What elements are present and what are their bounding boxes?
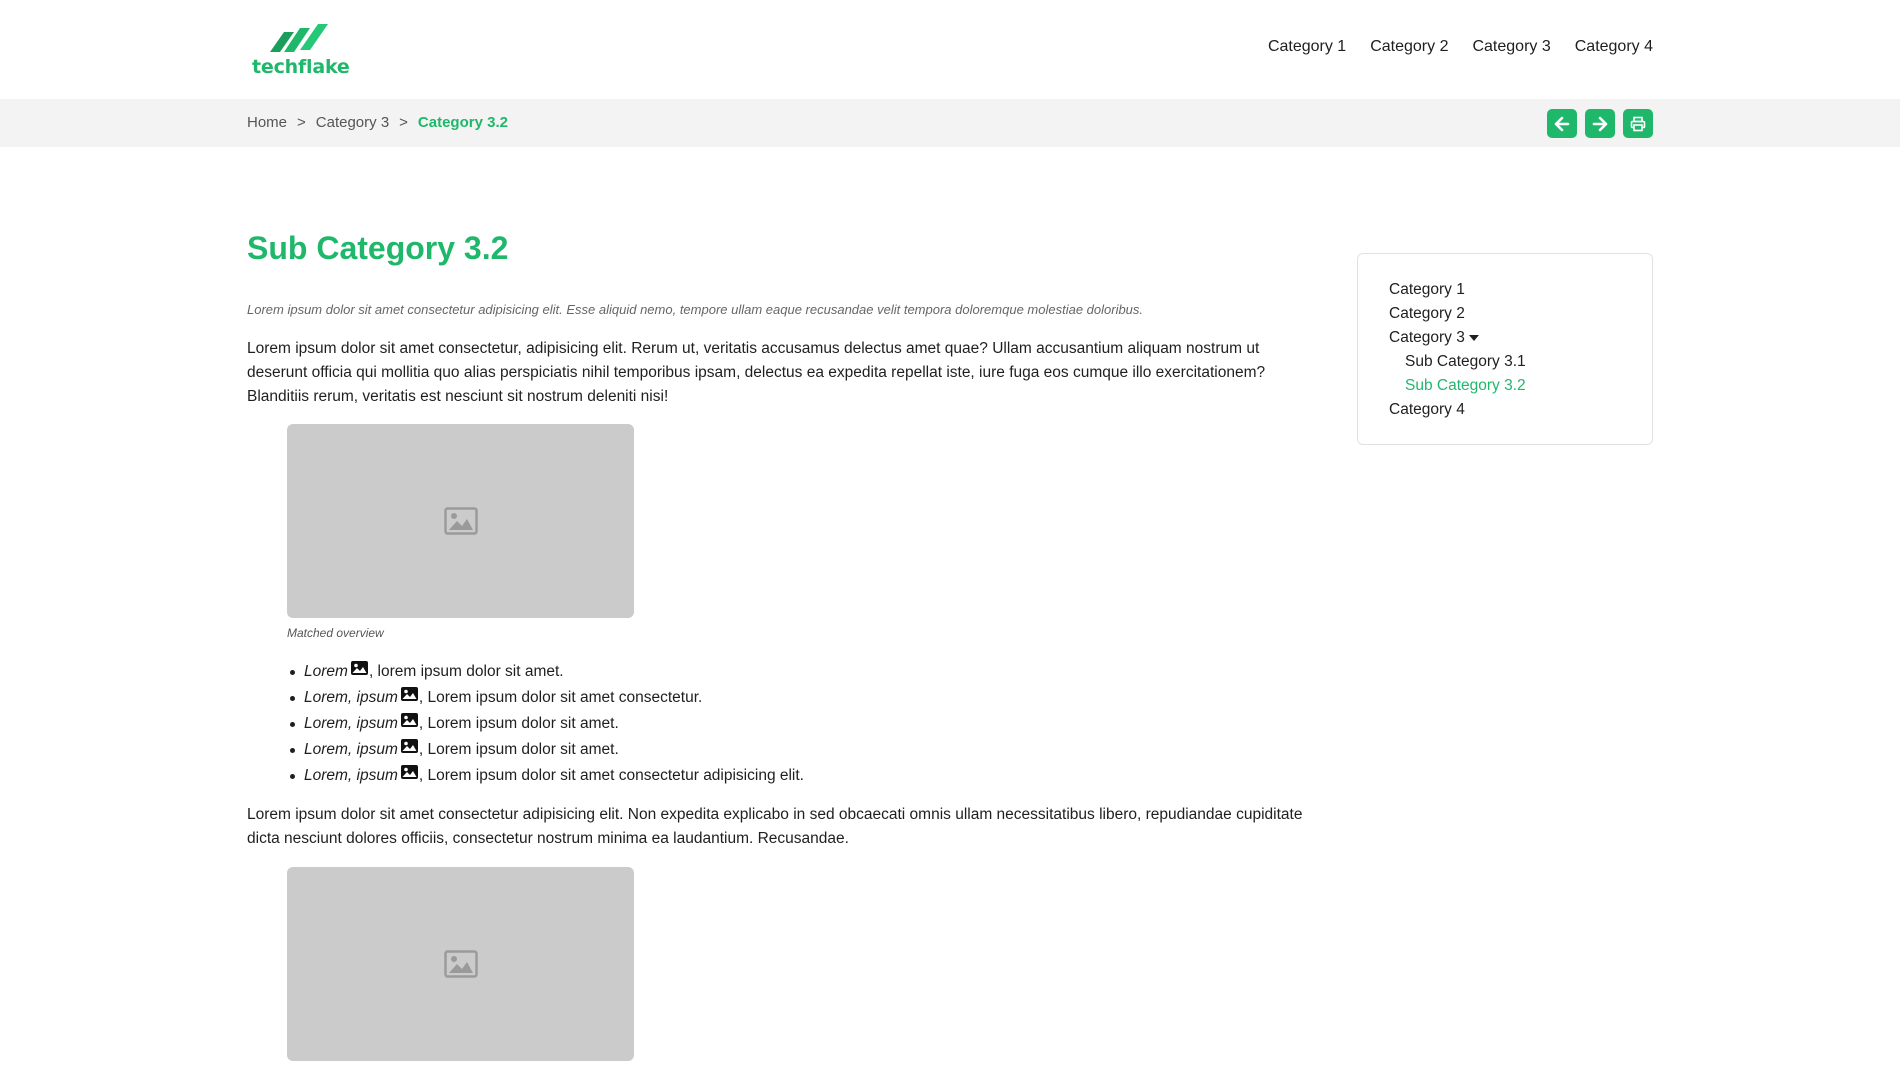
list-item: Lorem, ipsum , Lorem ipsum dolor sit ame… [287,763,804,789]
image-icon[interactable] [400,713,418,727]
paragraph: Lorem ipsum dolor sit amet consectetur a… [247,806,1303,847]
topnav-category-3[interactable]: Category 3 [1472,38,1550,56]
arrow-left-icon [1554,116,1570,131]
sidebar-item-category-2[interactable]: Category 2 [1389,302,1526,326]
sidebar-item-label: Category 3 [1389,329,1465,346]
sidebar-item-label: Sub Category 3.1 [1405,353,1526,370]
bullet-dot [290,747,295,753]
sidebar-item-label: Category 1 [1389,281,1465,298]
bullet-dot [290,669,295,675]
print-button[interactable] [1623,109,1653,138]
figure: Matched overview [287,424,634,640]
bullet-dot [290,695,295,701]
list-item-text: , Lorem ipsum dolor sit amet. [418,715,619,732]
image-icon [443,950,478,978]
sidebar-item-sub-category-3-2[interactable]: Sub Category 3.2 [1389,374,1526,398]
previous-button[interactable] [1547,109,1577,138]
image-icon[interactable] [400,687,418,701]
image-icon [443,507,478,535]
list-item-text: , lorem ipsum dolor sit amet. [368,663,564,680]
page-title: Sub Category 3.2 [247,230,509,266]
bullet-list: Lorem , lorem ipsum dolor sit amet. Lore… [287,659,804,789]
topnav-category-2[interactable]: Category 2 [1370,38,1448,56]
arrow-right-icon [1592,116,1608,131]
lead-text: Lorem ipsum dolor sit amet consectetur a… [247,302,1144,317]
page-actions [1547,109,1653,138]
sidebar-item-category-1[interactable]: Category 1 [1389,278,1526,302]
top-navigation: Category 1 Category 2 Category 3 Categor… [1268,38,1653,56]
print-icon [1630,116,1646,131]
topnav-category-4[interactable]: Category 4 [1575,38,1653,56]
image-placeholder [287,424,634,618]
logo-mark-icon [270,24,328,52]
bullet-dot [290,773,295,779]
bullet-dot [290,721,295,727]
breadcrumb-separator: > [297,114,306,131]
list-item-term: Lorem, ipsum [304,689,398,706]
list-item-text: , Lorem ipsum dolor sit amet consectetur… [418,689,703,706]
breadcrumb-bar: Home > Category 3 > Category 3.2 [0,99,1900,147]
list-item-text: , Lorem ipsum dolor sit amet consectetur… [418,767,804,784]
list-item-term: Lorem, ipsum [304,741,398,758]
list-item-term: Lorem, ipsum [304,715,398,732]
breadcrumb: Home > Category 3 > Category 3.2 [247,114,508,131]
list-item-term: Lorem [304,663,348,680]
list-item: Lorem , lorem ipsum dolor sit amet. [287,659,804,685]
sidebar-navigation: Category 1 Category 2 Category 3 Sub Cat… [1357,253,1653,445]
list-item-term: Lorem, ipsum [304,767,398,784]
logo-text: techflake [252,56,350,78]
sidebar-item-sub-category-3-1[interactable]: Sub Category 3.1 [1389,350,1526,374]
breadcrumb-current: Category 3.2 [417,114,508,131]
breadcrumb-separator: > [399,114,408,131]
image-icon[interactable] [400,739,418,753]
logo[interactable]: techflake [250,22,350,78]
breadcrumb-home[interactable]: Home [247,114,287,131]
paragraph: Lorem ipsum dolor sit amet consectetur, … [247,340,1266,405]
breadcrumb-category-3[interactable]: Category 3 [316,114,389,131]
topnav-category-1[interactable]: Category 1 [1268,38,1346,56]
site-header: techflake Category 1 Category 2 Category… [0,0,1900,99]
list-item: Lorem, ipsum , Lorem ipsum dolor sit ame… [287,711,804,737]
list-item-text: , Lorem ipsum dolor sit amet. [418,741,619,758]
sidebar-list: Category 1 Category 2 Category 3 Sub Cat… [1389,278,1526,422]
figure [287,867,634,1061]
sidebar-item-label: Category 2 [1389,305,1465,322]
figure-caption: Matched overview [287,626,384,640]
image-icon[interactable] [350,661,368,675]
caret-down-icon [1468,334,1479,341]
image-placeholder [287,867,634,1061]
list-item: Lorem, ipsum , Lorem ipsum dolor sit ame… [287,685,804,711]
list-item: Lorem, ipsum , Lorem ipsum dolor sit ame… [287,737,804,763]
sidebar-item-label: Sub Category 3.2 [1405,377,1526,394]
sidebar-item-label: Category 4 [1389,401,1465,418]
image-icon[interactable] [400,765,418,779]
sidebar-item-category-3[interactable]: Category 3 [1389,326,1526,350]
next-button[interactable] [1585,109,1615,138]
sidebar-item-category-4[interactable]: Category 4 [1389,398,1526,422]
